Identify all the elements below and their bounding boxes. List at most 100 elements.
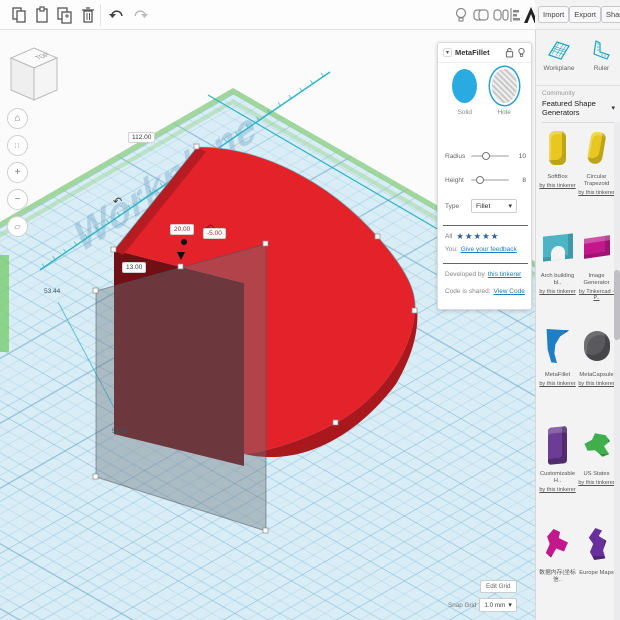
shape-thumb[interactable] (579, 419, 615, 471)
you-label: You: (445, 246, 458, 253)
dim-chip-height[interactable]: 13.00 (122, 262, 146, 273)
lock-icon[interactable] (505, 47, 514, 58)
shape-card-arch-building: Arch building bl.. by this tinkerer (538, 221, 577, 320)
shape-card-image-generator: Image Generator by Tinkercad - P.. (577, 221, 616, 320)
shape-author-link[interactable]: by this tinkerer (578, 381, 614, 387)
shape-card-us-states: US States by this tinkerer (577, 419, 616, 518)
shape-thumb[interactable] (579, 320, 615, 372)
dim-chip-length[interactable]: 112.00 (128, 132, 155, 143)
align-icon[interactable] (509, 6, 521, 24)
shape-thumb[interactable] (579, 221, 615, 273)
solid-label: Solid (458, 109, 472, 116)
shape-thumb[interactable] (579, 122, 615, 174)
snap-grid-label: Snap Grid (448, 602, 476, 609)
category-value: Featured Shape Generators (542, 99, 611, 117)
height-value[interactable]: 8 (522, 177, 526, 184)
rotate-arrow-icon[interactable]: ↶ (113, 196, 122, 208)
give-feedback-link[interactable]: Give your feedback (461, 246, 517, 253)
shape-author-link[interactable]: by this tinkerer (539, 289, 575, 295)
redo-icon[interactable] (131, 6, 149, 24)
bulb-icon[interactable] (517, 47, 526, 58)
type-row: Type Fillet ▾ (445, 199, 526, 213)
bulb-icon[interactable] (452, 6, 470, 24)
zoom-in-button[interactable]: + (7, 162, 28, 183)
copy-icon[interactable] (10, 6, 28, 24)
radius-slider-thumb[interactable] (482, 152, 490, 160)
edit-grid-button[interactable]: Edit Grid (480, 580, 517, 593)
group-icon[interactable] (472, 6, 490, 24)
zoom-out-button[interactable]: − (7, 189, 28, 210)
undo-icon[interactable] (108, 6, 126, 24)
import-button[interactable]: Import (538, 6, 569, 23)
radius-value[interactable]: 10 (519, 153, 526, 160)
ruler-tool[interactable]: Ruler (589, 38, 613, 81)
circular-trapezoid-thumb-icon (586, 131, 606, 165)
shape-card-metacapsule: MetaCapsule by this tinkerer (577, 320, 616, 419)
shapes-sidebar: Workplane Ruler Community Featured Shape… (535, 30, 620, 620)
chevron-down-icon: ▾ (611, 104, 615, 112)
shape-thumb[interactable] (540, 419, 576, 471)
share-button[interactable]: Share (601, 6, 620, 23)
sidebar-scrollbar-thumb[interactable] (614, 270, 620, 340)
type-select[interactable]: Fillet ▾ (471, 199, 517, 213)
shape-card-europe-maps: Europe Maps (577, 518, 616, 617)
shape-author-link[interactable]: by this tinkerer (539, 487, 575, 493)
europe-maps-thumb-icon (586, 528, 608, 560)
data-map-thumb-icon (545, 529, 571, 559)
paste-icon[interactable] (33, 6, 51, 24)
shape-properties-panel: ▾ MetaFillet Solid Hole Radius (437, 42, 532, 310)
shape-author-link[interactable]: by this tinkerer (539, 381, 575, 387)
shape-label: Arch building bl.. (538, 273, 577, 287)
customizable-h-thumb-icon (548, 426, 567, 465)
shape-author-link[interactable]: by this tinkerer (539, 183, 575, 189)
collapse-caret-icon[interactable]: ▾ (443, 48, 452, 57)
shape-thumb[interactable] (540, 320, 576, 372)
height-label: Height (445, 177, 471, 184)
developer-link[interactable]: this tinkerer (488, 271, 522, 278)
home-view-button[interactable]: ⌂ (7, 108, 28, 129)
shape-author-link[interactable]: by Tinkercad - P.. (577, 289, 616, 301)
shape-label: MetaCapsule (579, 372, 613, 379)
shape-thumb[interactable] (540, 221, 576, 273)
shape-label: Europe Maps (579, 570, 613, 577)
height-slider[interactable] (471, 179, 509, 181)
developer-row: Developed by this tinkerer (445, 271, 521, 278)
height-slider-thumb[interactable] (476, 176, 484, 184)
radius-slider[interactable] (471, 155, 509, 157)
ghost-plane[interactable] (93, 241, 268, 533)
duplicate-icon[interactable] (56, 6, 74, 24)
solid-color-ellipse (452, 69, 477, 103)
ungroup-icon[interactable] (492, 6, 510, 24)
code-shared-label: Code is shared: (445, 288, 491, 295)
view-code-link[interactable]: View Code (494, 288, 525, 295)
shape-thumb[interactable] (579, 518, 615, 570)
fit-view-button[interactable]: ∷ (7, 135, 28, 156)
view-cube[interactable]: TOP (5, 44, 63, 104)
shape-author-link[interactable]: by this tinkerer (578, 190, 614, 196)
sidebar-scrollbar-track[interactable] (614, 122, 620, 620)
radius-row: Radius 10 (445, 149, 526, 163)
share-toolbar: Import Export Share (535, 0, 620, 30)
hole-swatch-selected[interactable]: Hole (492, 69, 517, 116)
perspective-toggle-button[interactable]: ▱ (7, 216, 28, 237)
shape-thumb[interactable] (540, 122, 576, 174)
delete-icon[interactable] (79, 6, 97, 24)
chevron-down-icon: ▾ (508, 202, 512, 210)
snap-grid-dropdown[interactable]: 1.0 mm ▾ (479, 598, 517, 612)
shape-thumb[interactable] (540, 518, 576, 570)
shape-card-customizable-h: Customizable H.. by this tinkerer (538, 419, 577, 518)
category-kicker: Community (542, 90, 615, 97)
workplane-tool[interactable]: Workplane (544, 38, 575, 81)
dim-chip-offset[interactable]: -5.00 (203, 228, 226, 239)
solid-swatch[interactable]: Solid (452, 69, 477, 116)
shape-category-dropdown[interactable]: Community Featured Shape Generators ▾ (542, 90, 615, 123)
export-button[interactable]: Export (569, 6, 601, 23)
star-rating[interactable]: ★★★★★ (456, 231, 499, 242)
shape-label: Circular Trapezoid (577, 174, 616, 188)
dim-chip-width[interactable]: 20.00 (170, 224, 194, 235)
rating-row: All ★★★★★ (445, 231, 499, 242)
rating-all-label: All (445, 233, 452, 240)
shape-card-data-map: 数据内存(坐标信.. (538, 518, 577, 617)
dim-label-bottom: 51.00 (112, 428, 128, 435)
shape-author-link[interactable]: by this tinkerer (578, 480, 614, 486)
